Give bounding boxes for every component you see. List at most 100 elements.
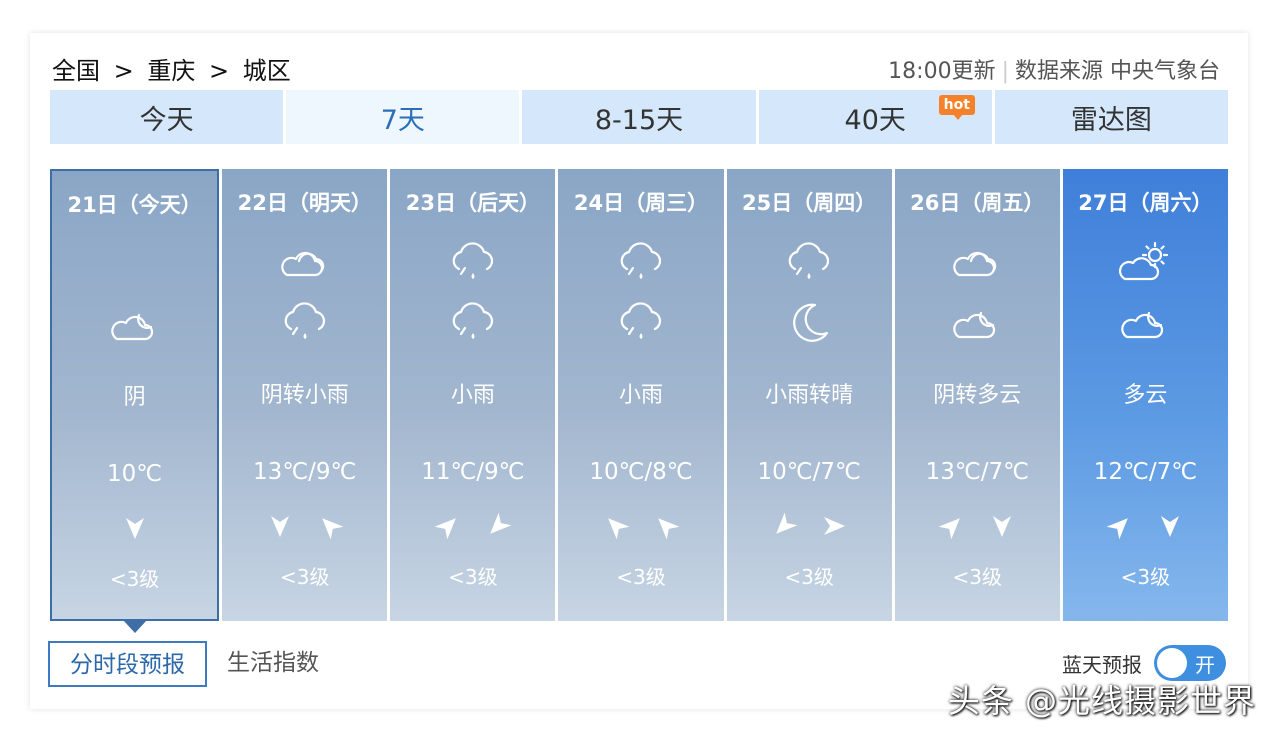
wind-arrow-icon <box>824 517 846 535</box>
day-card[interactable]: 26日（周五） 阴转多云 13℃/7℃ <3级 <box>894 169 1060 621</box>
wind-level: <3级 <box>784 565 834 589</box>
day-date: 26日（周五） <box>910 191 1045 215</box>
selected-pointer <box>122 620 147 633</box>
tab-label: 今天 <box>139 104 194 136</box>
wind-directions <box>895 509 1060 543</box>
rain-icon <box>611 239 671 287</box>
breadcrumb-separator: > <box>209 57 230 85</box>
wind-arrow-icon <box>125 518 144 539</box>
toggle-text: 开 <box>1195 653 1215 677</box>
overcast-icon <box>947 239 1007 287</box>
day-card[interactable]: 27日（周六） 多云 12℃/7℃ <3级 <box>1062 169 1228 621</box>
wind-level: <3级 <box>109 567 160 591</box>
weather-panel: 全国 > 重庆 > 城区 18:00更新 | 数据来源 中央气象台 今天 7天 8-… <box>30 33 1248 709</box>
tab-today[interactable]: 今天 <box>50 90 284 144</box>
wind-directions <box>222 509 387 543</box>
tab-8-15-days[interactable]: 8-15天 <box>522 90 756 144</box>
wind-arrow-icon <box>434 518 456 540</box>
day-card[interactable]: 22日（明天） 阴转小雨 13℃/9℃ <3级 <box>222 169 388 621</box>
tab-label: 40天 <box>844 104 906 136</box>
wind-arrow-icon <box>1161 516 1180 537</box>
weather-description: 阴转小雨 <box>260 383 349 408</box>
wind-directions <box>52 511 217 545</box>
temperature: 10℃ <box>107 461 163 487</box>
wind-arrow-icon <box>938 518 961 540</box>
weather-description: 小雨转晴 <box>765 383 854 408</box>
wind-arrow-icon <box>993 516 1012 537</box>
wind-arrow-icon <box>1106 518 1129 540</box>
weather-description: 阴 <box>123 385 146 410</box>
breadcrumb: 全国 > 重庆 > 城区 <box>52 51 297 86</box>
weather-description: 小雨 <box>450 383 495 408</box>
wind-level: <3级 <box>279 565 330 589</box>
blue-sky-label: 蓝天预报 <box>1062 652 1142 677</box>
tab-life-index[interactable]: 生活指数 <box>207 641 339 687</box>
day-date: 22日（明天） <box>237 191 372 215</box>
temperature: 11℃/9℃ <box>421 459 525 485</box>
wind-directions <box>558 509 723 543</box>
tab-label: 7天 <box>380 104 425 136</box>
day-card[interactable]: 25日（周四） 小雨转晴 10℃/7℃ <3级 <box>726 169 892 621</box>
tab-hourly-forecast[interactable]: 分时段预报 <box>48 641 207 687</box>
day-card[interactable]: 21日（今天） 阴 10℃ <3级 <box>50 169 220 633</box>
wind-level: <3级 <box>1120 565 1171 589</box>
temperature: 10℃/7℃ <box>757 459 861 485</box>
update-time: 18:00更新 <box>888 59 996 84</box>
wind-arrow-icon <box>658 518 680 540</box>
cloudy-night-icon <box>105 301 165 349</box>
breadcrumb-district: 城区 <box>242 57 291 85</box>
wind-directions <box>390 509 555 543</box>
wind-level: <3级 <box>448 565 498 589</box>
breadcrumb-city[interactable]: 重庆 <box>147 57 195 85</box>
moon-icon <box>779 299 839 347</box>
rain-icon <box>275 299 335 347</box>
tab-label: 雷达图 <box>1070 104 1152 136</box>
wind-level: <3级 <box>952 565 1003 589</box>
tab-label: 8-15天 <box>594 104 684 136</box>
temperature: 13℃/7℃ <box>925 459 1029 485</box>
breadcrumb-country[interactable]: 全国 <box>52 57 100 85</box>
data-source: 数据来源 中央气象台 <box>1015 59 1220 84</box>
top-bar: 全国 > 重庆 > 城区 18:00更新 | 数据来源 中央气象台 <box>52 51 1226 85</box>
wind-arrow-icon <box>270 516 289 537</box>
watermark: 头条 @光线摄影世界 <box>947 682 1256 720</box>
tab-40-days[interactable]: 40天 hot <box>758 90 992 144</box>
wind-directions <box>1063 509 1228 543</box>
overcast-icon <box>275 239 335 287</box>
cloudy-night-icon <box>1115 299 1175 347</box>
wind-level: <3级 <box>616 565 666 589</box>
forecast-tabs: 今天 7天 8-15天 40天 hot 雷达图 <box>50 90 1229 144</box>
wind-arrow-icon <box>490 512 512 534</box>
partly-sunny-icon <box>1115 239 1175 287</box>
rain-icon <box>443 299 503 347</box>
day-date: 23日（后天） <box>405 191 540 215</box>
day-cards: 21日（今天） 阴 10℃ <3级 22日（明天） 阴转小雨 13℃/9℃ <3… <box>50 169 1228 633</box>
tab-7-days[interactable]: 7天 <box>286 90 520 144</box>
day-date: 24日（周三） <box>573 191 709 215</box>
divider: | <box>1001 59 1009 84</box>
temperature: 10℃/8℃ <box>589 459 693 485</box>
hot-badge: hot <box>938 95 975 120</box>
wind-directions <box>727 509 892 543</box>
temperature: 13℃/9℃ <box>253 459 357 485</box>
breadcrumb-separator: > <box>113 57 134 85</box>
weather-description: 阴转多云 <box>933 383 1022 408</box>
tab-radar[interactable]: 雷达图 <box>994 90 1229 144</box>
day-card[interactable]: 24日（周三） 小雨 10℃/8℃ <3级 <box>558 169 724 621</box>
bottom-tabs: 分时段预报 生活指数 <box>48 641 339 687</box>
day-card[interactable]: 23日（后天） 小雨 11℃/9℃ <3级 <box>390 169 556 621</box>
wind-arrow-icon <box>776 512 798 534</box>
rain-icon <box>779 239 839 287</box>
cloudy-night-icon <box>947 299 1007 347</box>
day-date: 21日（今天） <box>67 193 202 217</box>
toggle-knob <box>1157 648 1187 678</box>
update-info: 18:00更新 | 数据来源 中央气象台 <box>888 53 1220 85</box>
weather-description: 多云 <box>1123 383 1168 408</box>
rain-icon <box>611 299 671 347</box>
temperature: 12℃/7℃ <box>1093 459 1198 485</box>
rain-icon <box>443 239 503 287</box>
wind-arrow-icon <box>321 518 344 540</box>
day-date: 27日（周六） <box>1078 191 1213 215</box>
day-date: 25日（周四） <box>742 191 877 215</box>
weather-description: 小雨 <box>618 383 663 408</box>
